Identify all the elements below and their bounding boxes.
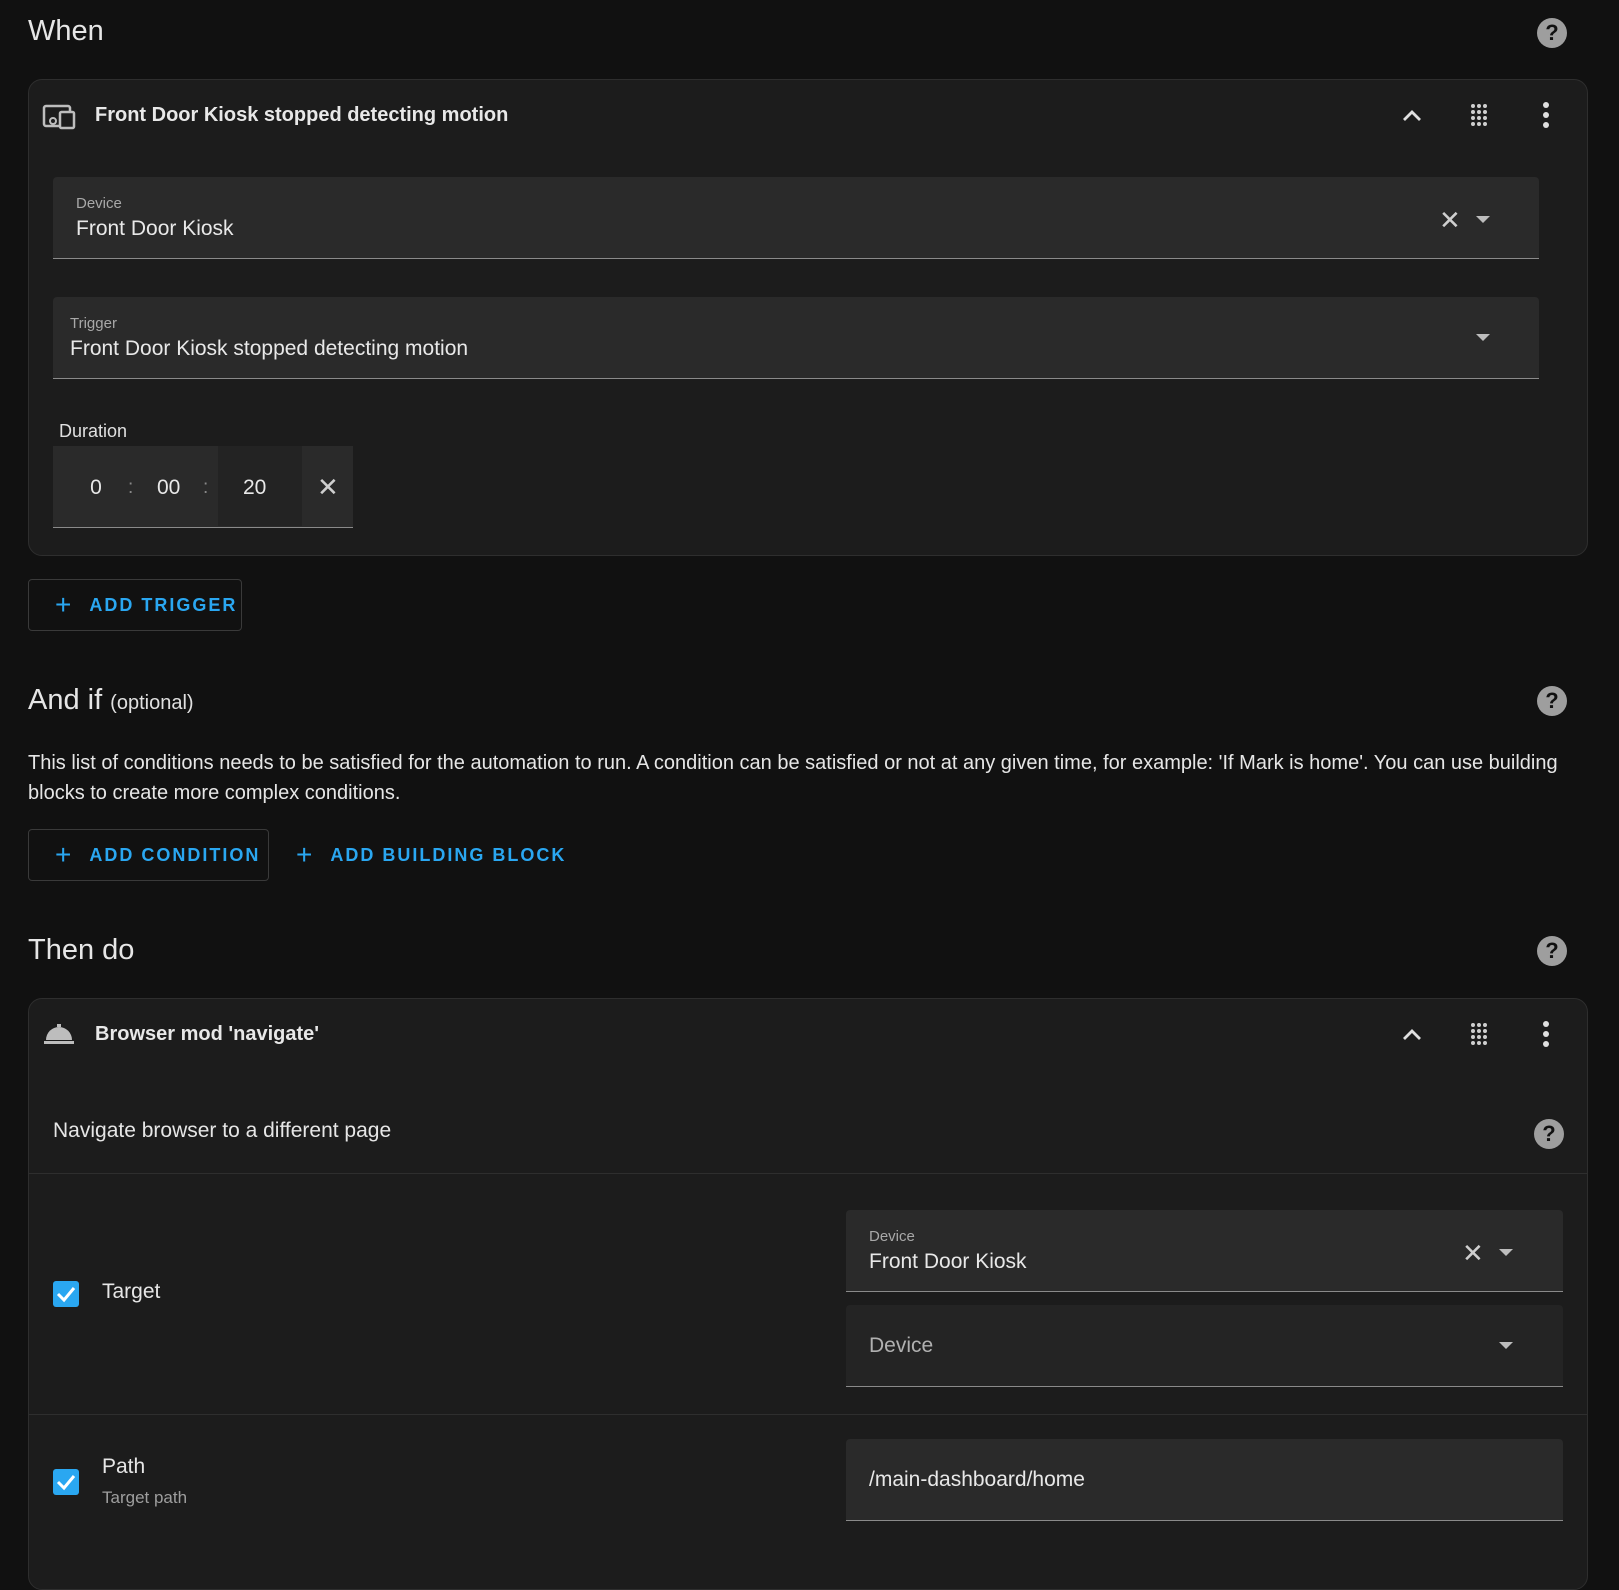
when-help-icon[interactable]: ? — [1537, 18, 1567, 48]
add-trigger-label: ADD TRIGGER — [89, 594, 238, 615]
bell-service-icon — [44, 1024, 74, 1044]
duration-input[interactable]: 0 : 00 : 20 ✕ — [53, 446, 353, 528]
dropdown-caret-icon[interactable] — [1476, 334, 1490, 341]
trigger-field-label: Trigger — [70, 315, 117, 332]
path-label: Path — [102, 1455, 146, 1478]
path-value[interactable]: /main-dashboard/home — [869, 1468, 1085, 1492]
add-condition-label: ADD CONDITION — [89, 844, 261, 865]
duration-separator: : — [128, 477, 134, 498]
plus-icon: + — [55, 589, 74, 620]
chevron-up-icon[interactable] — [1401, 1026, 1423, 1042]
optional-label: (optional) — [110, 692, 194, 714]
clear-icon[interactable]: ✕ — [1462, 1238, 1484, 1269]
plus-icon: + — [296, 839, 315, 870]
add-trigger-button[interactable]: + ADD TRIGGER — [28, 579, 242, 631]
and-if-help-icon[interactable]: ? — [1537, 686, 1567, 716]
drag-handle-icon[interactable] — [1469, 1021, 1489, 1047]
devices-icon — [42, 104, 76, 130]
check-icon — [56, 1475, 76, 1491]
target-checkbox[interactable] — [53, 1281, 79, 1307]
add-condition-button[interactable]: + ADD CONDITION — [28, 829, 269, 881]
action-help-icon[interactable]: ? — [1534, 1119, 1564, 1149]
more-vert-icon[interactable] — [1541, 101, 1551, 129]
device-select[interactable]: Device Front Door Kiosk ✕ — [53, 177, 1539, 259]
action-card: Browser mod 'navigate' Navigate browser … — [28, 998, 1588, 1590]
dropdown-caret-icon[interactable] — [1476, 216, 1490, 223]
chevron-up-icon[interactable] — [1401, 107, 1423, 123]
drag-handle-icon[interactable] — [1469, 102, 1489, 128]
device-field-label: Device — [76, 195, 122, 212]
duration-separator: : — [203, 477, 209, 498]
dropdown-caret-icon[interactable] — [1499, 1249, 1513, 1256]
then-do-heading: Then do — [28, 934, 135, 966]
trigger-card-title: Front Door Kiosk stopped detecting motio… — [95, 104, 509, 126]
action-description: Navigate browser to a different page — [53, 1119, 392, 1142]
target-label: Target — [102, 1280, 161, 1303]
divider — [29, 1414, 1587, 1415]
conditions-description: This list of conditions needs to be sati… — [28, 752, 1558, 804]
device-field-value: Front Door Kiosk — [76, 217, 234, 240]
when-heading: When — [28, 15, 104, 47]
add-building-block-button[interactable]: + ADD BUILDING BLOCK — [296, 829, 566, 881]
add-building-block-label: ADD BUILDING BLOCK — [330, 844, 567, 865]
check-icon — [56, 1287, 76, 1303]
target-device-add-select[interactable]: Device — [846, 1305, 1563, 1387]
dropdown-caret-icon[interactable] — [1499, 1342, 1513, 1349]
target-device-select[interactable]: Device Front Door Kiosk ✕ — [846, 1210, 1563, 1292]
more-vert-icon[interactable] — [1541, 1020, 1551, 1048]
action-card-title: Browser mod 'navigate' — [95, 1023, 320, 1045]
path-sublabel: Target path — [102, 1488, 188, 1507]
path-checkbox[interactable] — [53, 1469, 79, 1495]
path-input[interactable]: /main-dashboard/home — [846, 1439, 1563, 1521]
clear-icon[interactable]: ✕ — [1439, 205, 1461, 236]
duration-label: Duration — [59, 421, 128, 441]
clear-duration-icon[interactable]: ✕ — [317, 472, 339, 503]
trigger-select[interactable]: Trigger Front Door Kiosk stopped detecti… — [53, 297, 1539, 379]
duration-minutes[interactable]: 00 — [157, 476, 180, 500]
then-do-help-icon[interactable]: ? — [1537, 936, 1567, 966]
divider — [29, 1173, 1587, 1174]
trigger-field-value: Front Door Kiosk stopped detecting motio… — [70, 337, 469, 360]
target-device-label: Device — [869, 1228, 915, 1245]
plus-icon: + — [55, 839, 74, 870]
and-if-heading: And if — [28, 684, 103, 716]
device-placeholder: Device — [869, 1334, 934, 1357]
duration-seconds[interactable]: 20 — [243, 476, 266, 500]
duration-hours[interactable]: 0 — [86, 476, 106, 500]
trigger-card: Front Door Kiosk stopped detecting motio… — [28, 79, 1588, 556]
target-device-value: Front Door Kiosk — [869, 1250, 1027, 1273]
and-if-heading-row: And if (optional) — [28, 684, 194, 717]
